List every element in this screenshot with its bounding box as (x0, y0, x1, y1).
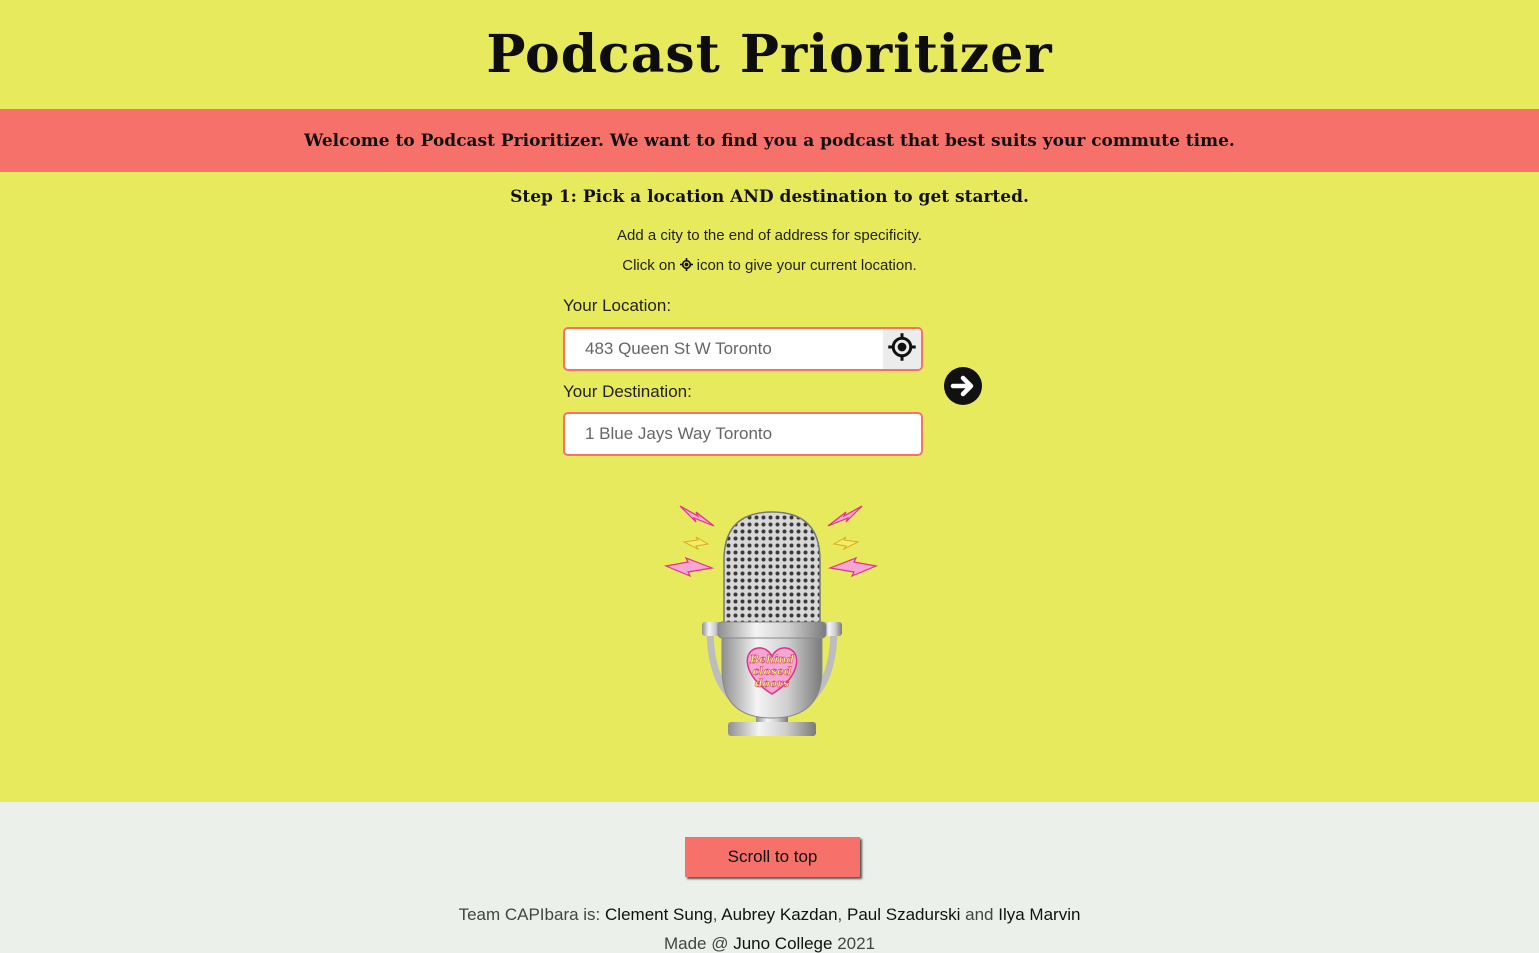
location-label: Your Location: (563, 296, 672, 315)
page-title: Podcast Prioritizer (486, 24, 1053, 85)
destination-input[interactable] (565, 414, 885, 454)
member-link[interactable]: Aubrey Kazdan (721, 905, 837, 924)
page: Podcast Prioritizer Welcome to Podcast P… (0, 0, 1539, 953)
team-prefix: Team CAPIbara is: (458, 905, 601, 924)
location-input[interactable] (565, 329, 885, 369)
member-link[interactable]: Ilya Marvin (998, 905, 1080, 924)
welcome-banner: Welcome to Podcast Prioritizer. We want … (0, 109, 1539, 172)
member-link[interactable]: Clement Sung (605, 905, 713, 924)
hint-city: Add a city to the end of address for spe… (617, 227, 922, 244)
destination-field-wrapper (563, 412, 923, 456)
hint-locate-suffix: icon to give your current location. (696, 257, 917, 274)
separator: , (837, 905, 843, 924)
year: 2021 (837, 934, 876, 953)
destination-label: Your Destination: (563, 382, 692, 401)
made-at-line: Made @ Juno College 2021 (0, 934, 1539, 953)
arrow-right-circle-icon (943, 367, 983, 410)
hint-locate-prefix: Click on (622, 257, 676, 274)
current-location-button[interactable] (883, 329, 921, 369)
submit-button[interactable] (943, 366, 983, 406)
footer: Scroll to top Team CAPIbara is: Clement … (0, 802, 1539, 953)
scroll-to-top-button[interactable]: Scroll to top (685, 837, 860, 877)
crosshair-icon (679, 258, 693, 275)
separator: and (965, 905, 994, 924)
svg-text:doors: doors (755, 677, 789, 690)
team-credits: Team CAPIbara is: Clement Sung, Aubrey K… (0, 905, 1539, 925)
hint-locate: Click on icon to give your current locati… (0, 257, 1539, 275)
school-link[interactable]: Juno College (733, 934, 832, 953)
welcome-text: Welcome to Podcast Prioritizer. We want … (304, 130, 1235, 151)
member-link[interactable]: Paul Szadurski (847, 905, 960, 924)
made-prefix: Made @ (663, 934, 729, 953)
step-heading: Step 1: Pick a location AND destination … (510, 187, 1029, 207)
separator: , (712, 905, 718, 924)
site-header: Podcast Prioritizer (0, 0, 1539, 109)
microphone-illustration: Behind closed doors (662, 500, 882, 740)
location-field-wrapper (563, 327, 923, 371)
crosshair-icon (887, 332, 917, 367)
